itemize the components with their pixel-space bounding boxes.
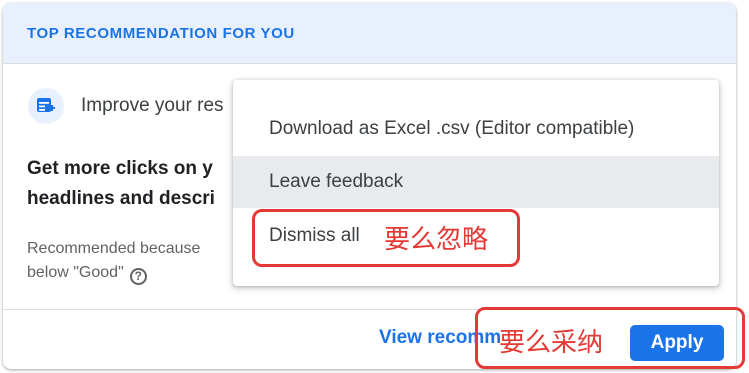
card-header-title: TOP RECOMMENDATION FOR YOU [27,25,295,42]
recommendation-title: Improve your res [81,95,224,116]
recommendation-description-line-1: Get more clicks on y [27,158,213,179]
menu-item-download-csv[interactable]: Download as Excel .csv (Editor compatibl… [233,103,719,155]
menu-item-leave-feedback[interactable]: Leave feedback [233,156,719,208]
dismiss-annotation-text: 要么忽略 [384,225,489,255]
menu-item-label: Download as Excel .csv (Editor compatibl… [269,118,635,139]
recommendation-reason-line-1: Recommended because [27,240,201,257]
menu-item-label: Leave feedback [269,171,404,192]
recommendation-reason-text: below "Good" [27,264,124,281]
help-icon[interactable]: ? [129,268,147,285]
recommendation-reason-line-2: below "Good"? [27,264,147,285]
recommendation-description-line-2: headlines and descri [27,188,215,209]
ad-edit-icon [28,88,64,124]
apply-annotation-text: 要么采纳 [499,328,604,358]
card-header: TOP RECOMMENDATION FOR YOU [3,3,736,64]
